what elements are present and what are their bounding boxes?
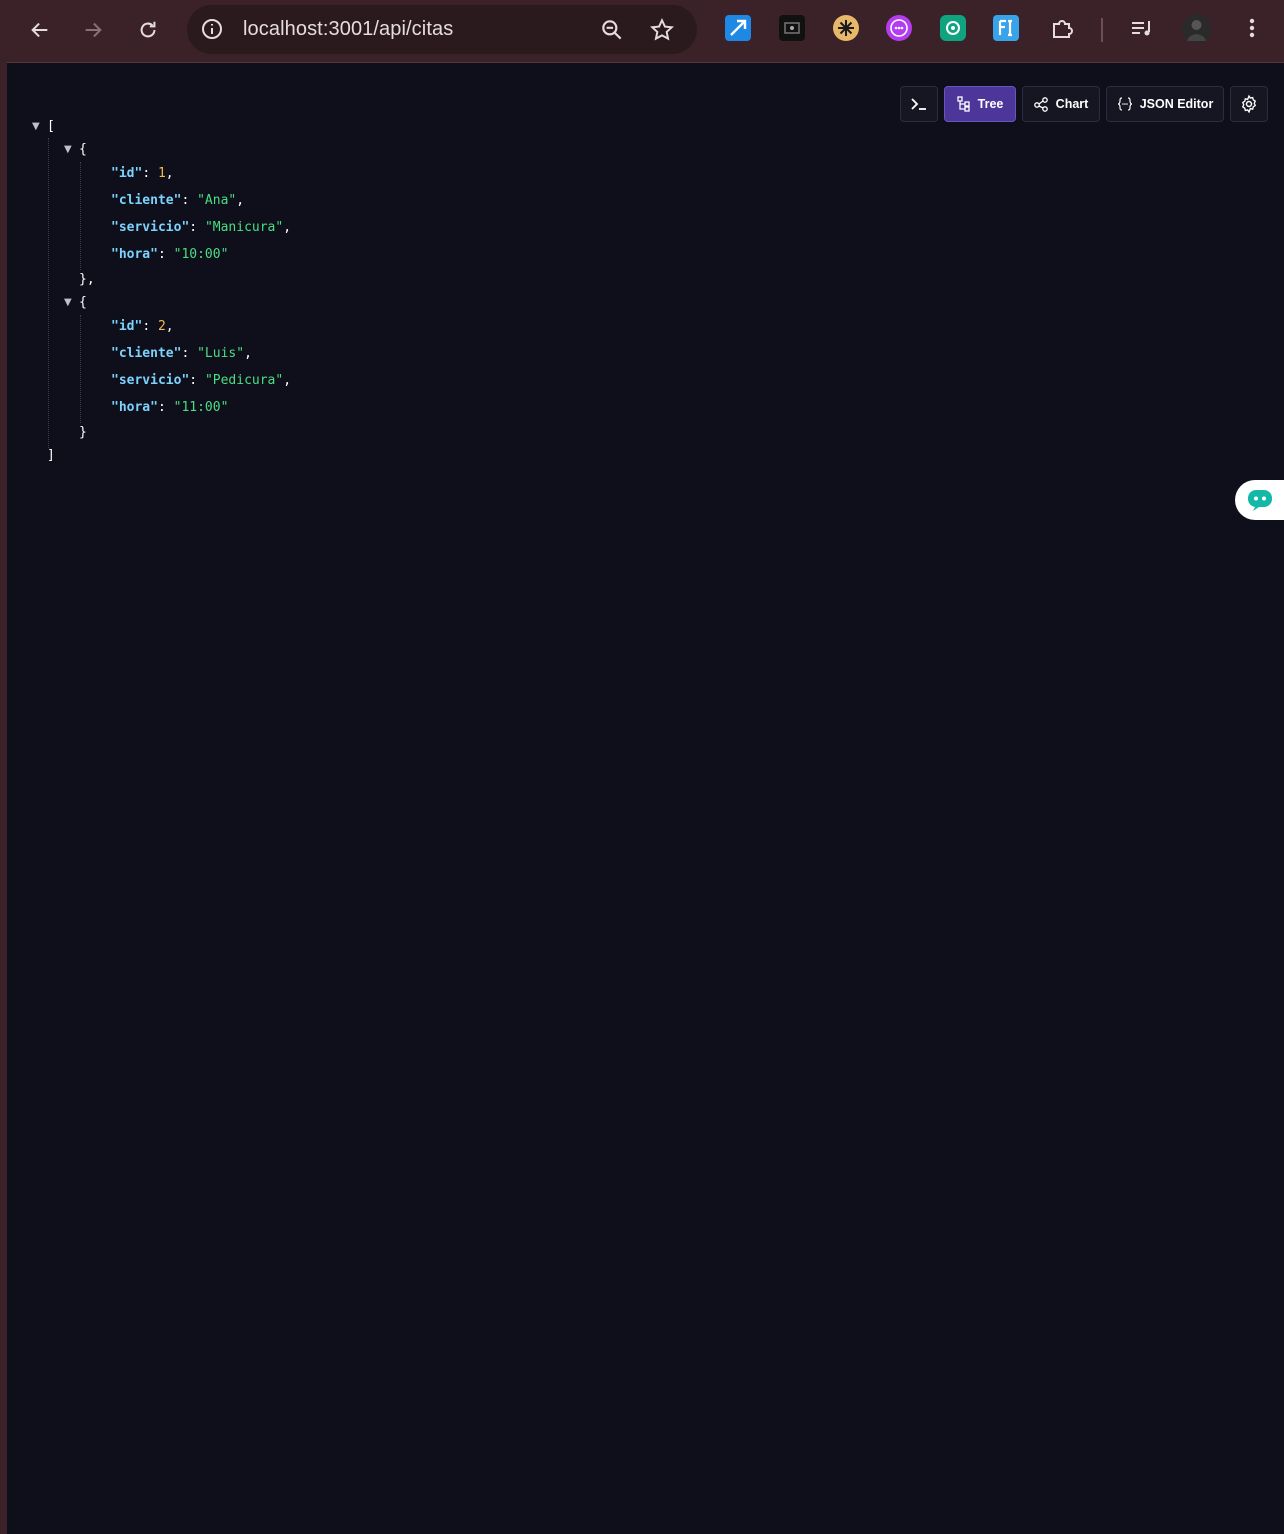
collapse-toggle-item-0[interactable]: ▼: [64, 142, 72, 158]
json-value-string: "Pedicura": [204, 373, 284, 388]
json-property-cliente: "cliente": "Luis",: [111, 346, 252, 361]
tab-json-editor-label: JSON Editor: [1139, 97, 1214, 111]
tab-chart[interactable]: Chart: [1022, 86, 1100, 122]
json-property-id: "id": 1,: [111, 166, 174, 181]
json-key: "hora": [111, 247, 158, 262]
json-value-string: "Ana": [197, 193, 237, 208]
array-close-bracket: ]: [47, 448, 55, 463]
tree-icon: [956, 96, 970, 112]
array-open-bracket: [: [47, 119, 55, 134]
terminal-icon: [911, 98, 926, 110]
profile-avatar[interactable]: [1182, 14, 1211, 43]
json-key: "servicio": [111, 373, 190, 388]
tab-tree[interactable]: Tree: [944, 86, 1016, 122]
json-property-id: "id": 2,: [111, 319, 174, 334]
tab-tree-label: Tree: [977, 97, 1004, 111]
json-value-string: "Manicura": [204, 220, 284, 235]
extension-fi-icon[interactable]: [993, 15, 1019, 41]
json-property-hora: "hora": "10:00": [111, 247, 229, 262]
braces-icon: [1117, 97, 1132, 111]
json-property-servicio: "servicio": "Pedicura",: [111, 373, 292, 388]
more-menu-icon[interactable]: [1239, 15, 1265, 41]
chat-bot-icon: [1248, 490, 1272, 511]
collapse-toggle-item-1[interactable]: ▼: [64, 295, 72, 311]
json-value-number: 2: [157, 319, 166, 334]
extension-purple-icon[interactable]: [886, 15, 912, 41]
json-value-string: "11:00": [173, 400, 229, 415]
indent-guide: [80, 162, 81, 270]
object-close-brace: },: [79, 272, 95, 287]
json-property-hora: "hora": "11:00": [111, 400, 229, 415]
media-playlist-icon[interactable]: [1129, 15, 1155, 41]
json-key: "cliente": [111, 346, 182, 361]
json-value-number: 1: [157, 166, 166, 181]
extension-dark-icon[interactable]: [779, 15, 805, 41]
raw-view-button[interactable]: [900, 86, 938, 122]
json-key: "servicio": [111, 220, 190, 235]
extensions-puzzle-icon[interactable]: [1049, 15, 1075, 41]
json-value-string: "Luis": [197, 346, 245, 361]
extension-chatgpt-icon[interactable]: [940, 15, 966, 41]
collapse-toggle-root[interactable]: ▼: [32, 119, 40, 135]
json-key: "cliente": [111, 193, 182, 208]
chart-nodes-icon: [1033, 97, 1048, 112]
tab-json-editor[interactable]: JSON Editor: [1106, 86, 1224, 122]
indent-guide: [80, 315, 81, 423]
json-property-cliente: "cliente": "Ana",: [111, 193, 245, 208]
json-key: "id": [111, 319, 143, 334]
tab-chart-label: Chart: [1055, 97, 1089, 111]
extension-arrow-icon[interactable]: [725, 15, 751, 41]
chat-widget-button[interactable]: [1235, 480, 1284, 520]
json-tree: ▼ [ ▼ { "id": 1, "cliente": "Ana", "serv…: [0, 0, 700, 480]
settings-button[interactable]: [1230, 86, 1268, 122]
object-close-brace: }: [79, 425, 87, 440]
object-open-brace: {: [79, 295, 87, 310]
gear-icon: [1241, 94, 1257, 114]
object-open-brace: {: [79, 142, 87, 157]
extension-claude-icon[interactable]: [833, 15, 859, 41]
json-property-servicio: "servicio": "Manicura",: [111, 220, 292, 235]
toolbar-divider: [1101, 18, 1103, 42]
indent-guide: [48, 138, 49, 448]
json-key: "hora": [111, 400, 158, 415]
json-value-string: "10:00": [173, 247, 229, 262]
json-key: "id": [111, 166, 143, 181]
